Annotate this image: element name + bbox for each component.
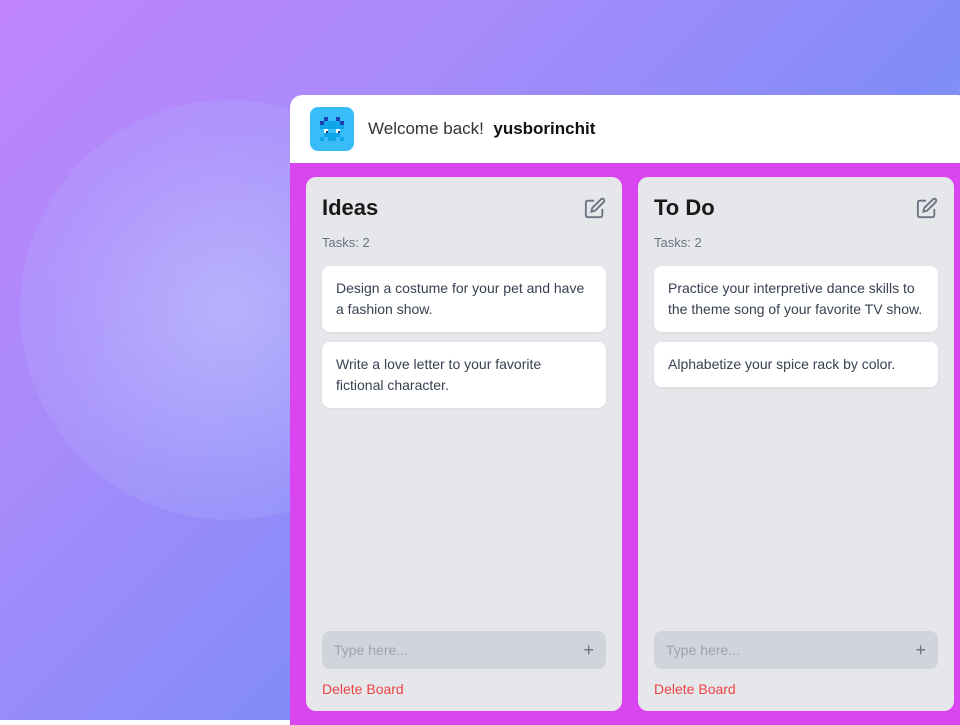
app-logo	[310, 107, 354, 151]
task-card: Practice your interpretive dance skills …	[654, 266, 938, 332]
board-ideas-task-count: Tasks: 2	[322, 235, 606, 250]
welcome-message: Welcome back! yusborinchit	[368, 119, 595, 139]
board-todo-title: To Do	[654, 195, 715, 221]
board-ideas-edit-icon[interactable]	[584, 197, 606, 219]
spacer	[654, 397, 938, 621]
task-text: Alphabetize your spice rack by color.	[668, 356, 895, 372]
add-task-input-todo[interactable]	[666, 642, 907, 658]
task-card: Write a love letter to your favorite fic…	[322, 342, 606, 408]
boards-container: Ideas Tasks: 2 Design a costume for your…	[290, 163, 960, 725]
add-task-button-todo[interactable]: +	[915, 641, 926, 659]
task-card: Design a costume for your pet and have a…	[322, 266, 606, 332]
add-task-row-todo: +	[654, 631, 938, 669]
task-text: Write a love letter to your favorite fic…	[336, 356, 541, 393]
add-task-input-ideas[interactable]	[334, 642, 575, 658]
username: yusborinchit	[493, 119, 595, 138]
app-window: Welcome back! yusborinchit Ideas Tasks: …	[290, 95, 960, 725]
board-todo-edit-icon[interactable]	[916, 197, 938, 219]
board-ideas: Ideas Tasks: 2 Design a costume for your…	[306, 177, 622, 711]
board-todo: To Do Tasks: 2 Practice your interpretiv…	[638, 177, 954, 711]
delete-board-ideas[interactable]: Delete Board	[322, 681, 606, 697]
add-task-row-ideas: +	[322, 631, 606, 669]
board-todo-task-count: Tasks: 2	[654, 235, 938, 250]
task-card: Alphabetize your spice rack by color.	[654, 342, 938, 387]
add-task-button-ideas[interactable]: +	[583, 641, 594, 659]
task-text: Design a costume for your pet and have a…	[336, 280, 584, 317]
delete-board-todo[interactable]: Delete Board	[654, 681, 938, 697]
logo-icon	[316, 113, 348, 145]
board-ideas-title: Ideas	[322, 195, 378, 221]
board-todo-header: To Do	[654, 195, 938, 221]
spacer	[322, 418, 606, 621]
board-ideas-header: Ideas	[322, 195, 606, 221]
task-text: Practice your interpretive dance skills …	[668, 280, 922, 317]
app-header: Welcome back! yusborinchit	[290, 95, 960, 163]
